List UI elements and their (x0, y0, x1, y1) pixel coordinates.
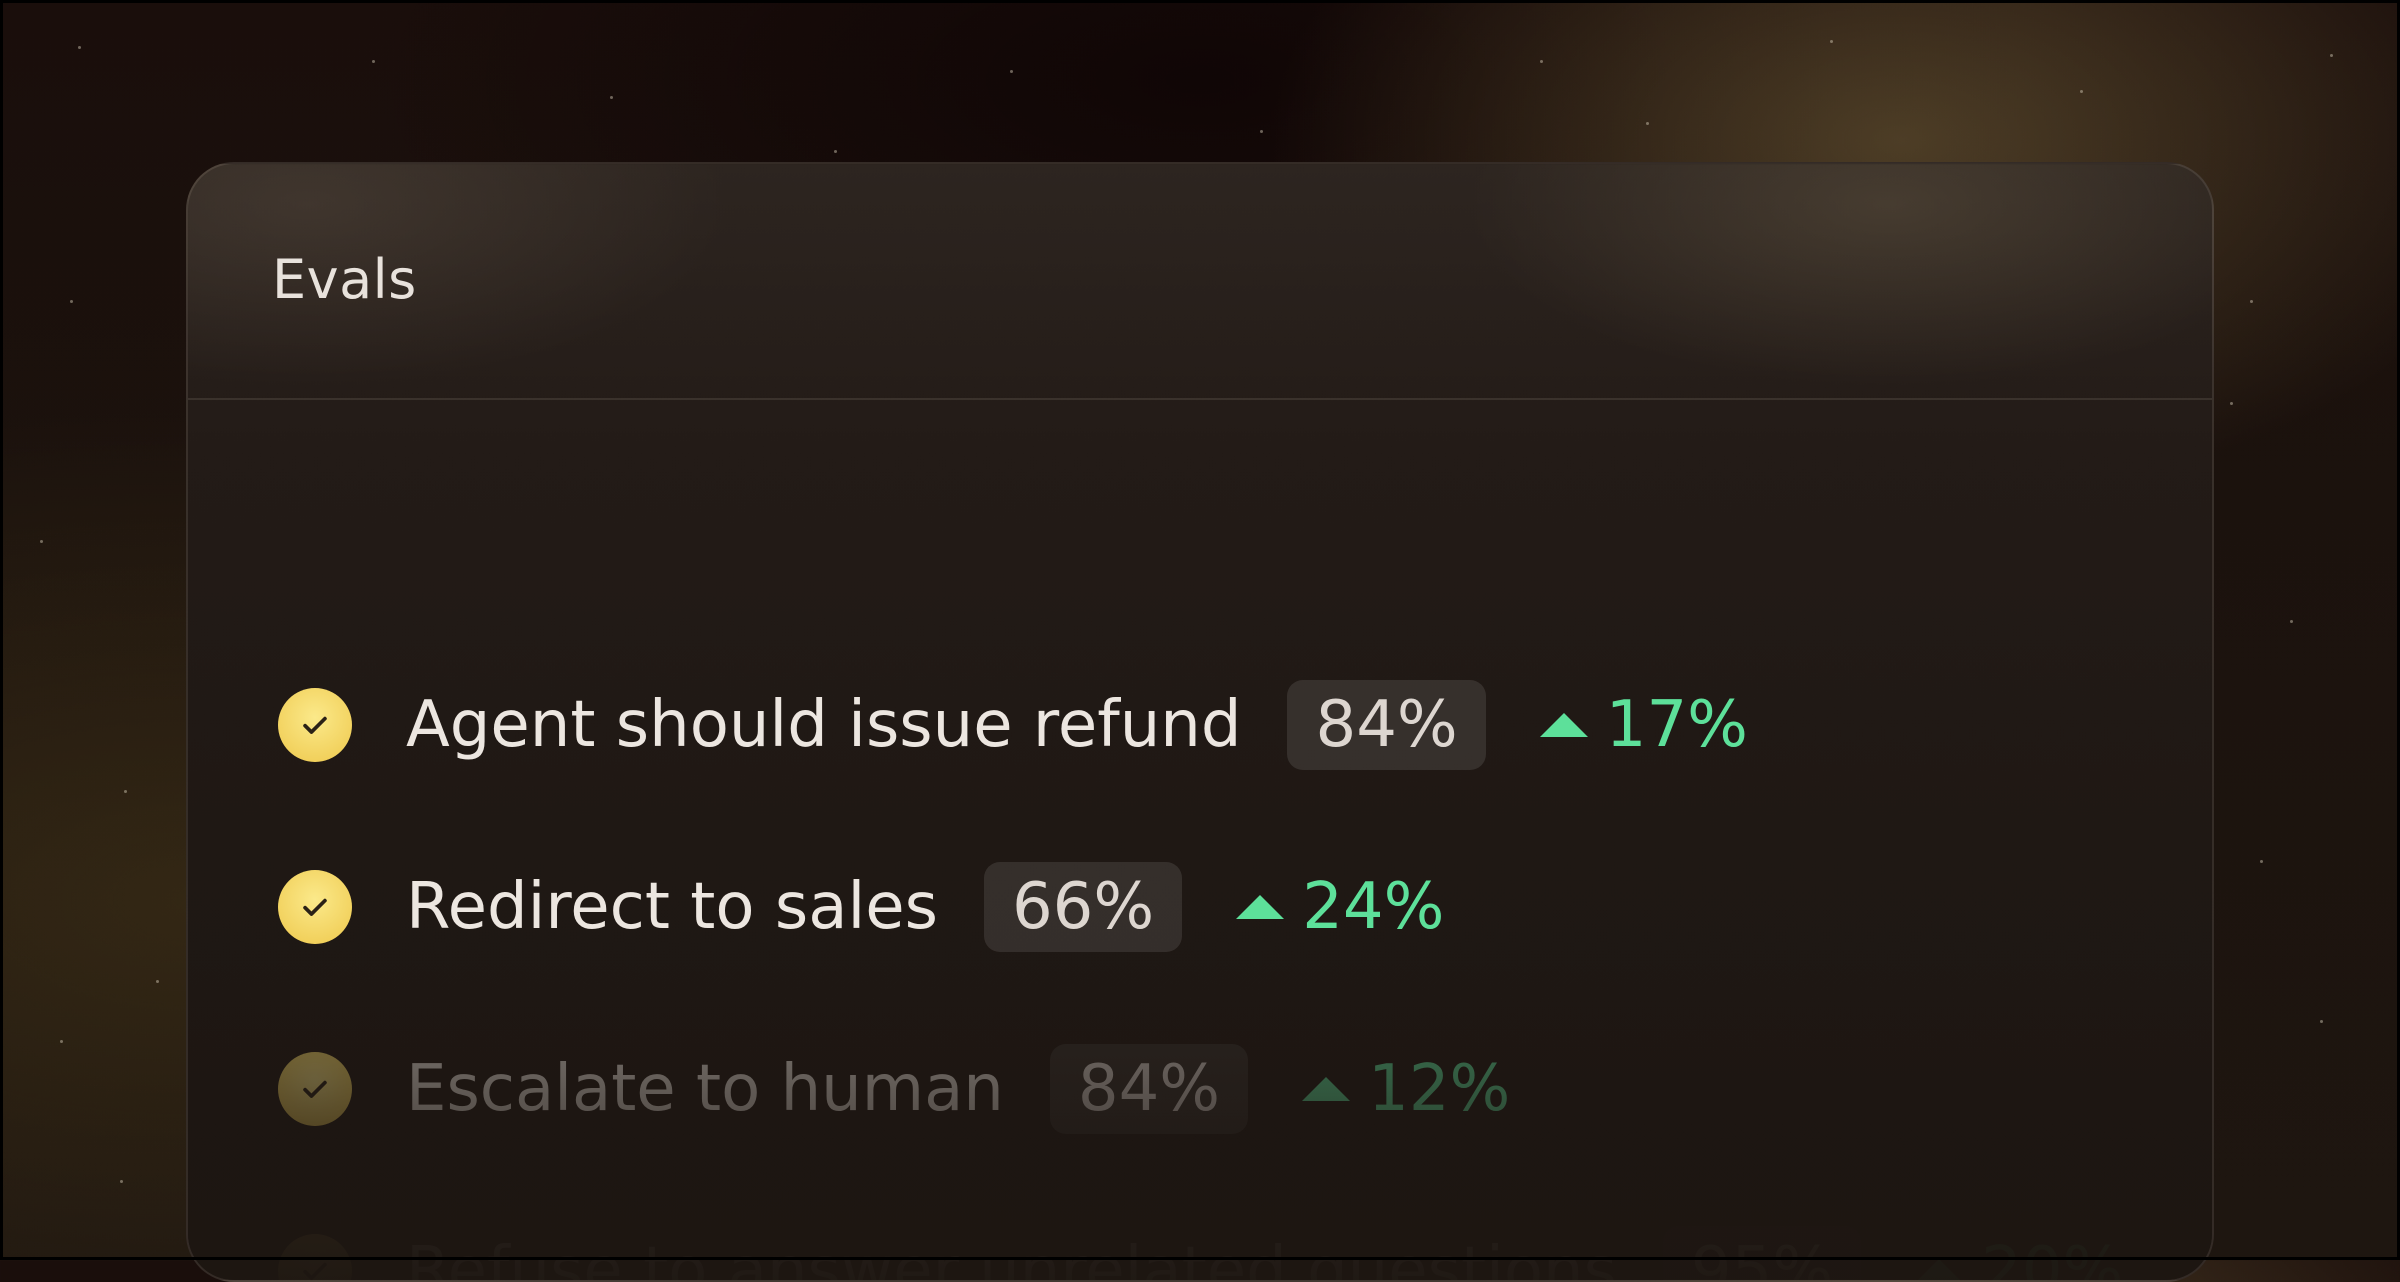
eval-row[interactable]: Agent should issue refund 84% 17% (278, 680, 1748, 770)
evals-card: Evals Agent should issue refund 84% 17% … (186, 162, 2214, 1282)
delta-indicator: 24% (1236, 870, 1444, 944)
score-badge: 84% (1287, 680, 1486, 770)
score-badge: 95% (1663, 1226, 1861, 1280)
eval-label: Agent should issue refund (406, 688, 1242, 762)
eval-label: Refuse to answer unrelated questions (406, 1234, 1617, 1282)
check-icon (278, 688, 352, 762)
delta-value: 17% (1605, 688, 1748, 762)
card-header: Evals (188, 164, 2212, 400)
triangle-up-icon (1915, 1259, 1964, 1280)
score-badge: 66% (983, 862, 1183, 952)
triangle-up-icon (1236, 895, 1285, 919)
score-badge: 84% (1049, 1044, 1249, 1134)
delta-indicator: 17% (1539, 688, 1748, 762)
delta-indicator: 12% (1302, 1052, 1510, 1126)
delta-value: 20% (1981, 1234, 2124, 1282)
check-icon (278, 1052, 352, 1126)
eval-row[interactable]: Refuse to answer unrelated questions 95%… (278, 1226, 2124, 1282)
delta-value: 24% (1302, 870, 1445, 944)
eval-row[interactable]: Escalate to human 84% 12% (278, 1044, 1510, 1134)
eval-row[interactable]: Redirect to sales 66% 24% (278, 862, 1444, 952)
check-icon (278, 1234, 352, 1280)
delta-indicator: 20% (1915, 1234, 2124, 1282)
delta-value: 12% (1368, 1052, 1511, 1126)
check-icon (278, 870, 352, 944)
triangle-up-icon (1539, 713, 1588, 737)
card-title: Evals (272, 248, 417, 311)
eval-label: Escalate to human (406, 1052, 1004, 1126)
triangle-up-icon (1302, 1077, 1351, 1101)
eval-label: Redirect to sales (406, 870, 938, 944)
